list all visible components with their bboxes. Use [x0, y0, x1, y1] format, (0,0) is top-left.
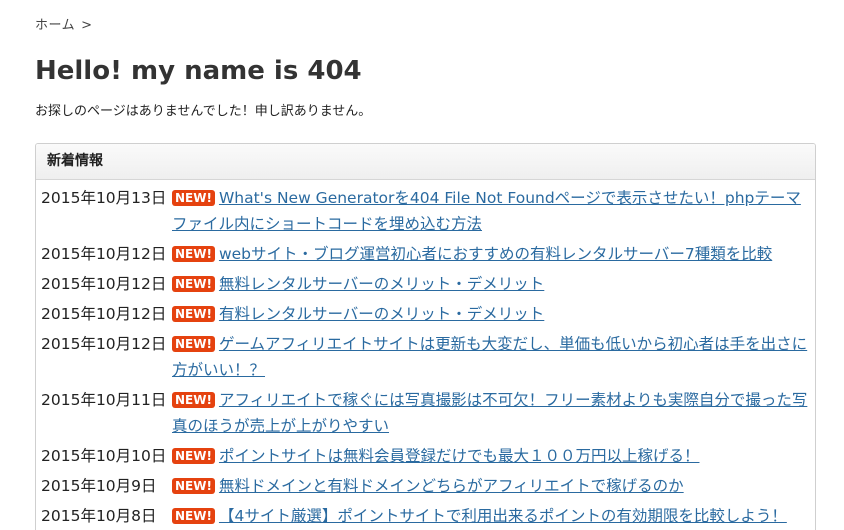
page: ホーム > Hello! my name is 404 お探しのページはありません…	[0, 0, 844, 530]
news-item: 2015年10月12日 NEW! webサイト・ブログ運営初心者におすすめの有料レ…	[36, 241, 815, 267]
new-badge: NEW!	[172, 190, 215, 206]
news-item: 2015年10月8日 NEW! 【4サイト厳選】ポイントサイトで利用出来るポイント…	[36, 503, 815, 529]
news-link[interactable]: アフィリエイトで稼ぐには写真撮影は不可欠！フリー素材よりも実際自分で撮った写真の…	[172, 391, 807, 435]
news-date: 2015年10月12日	[41, 335, 167, 353]
news-date: 2015年10月12日	[41, 245, 167, 263]
news-link[interactable]: ゲームアフィリエイトサイトは更新も大変だし、単価も低いから初心者は手を出さに方が…	[172, 335, 807, 379]
news-date: 2015年10月12日	[41, 275, 167, 293]
news-item: 2015年10月9日 NEW! 無料ドメインと有料ドメインどちらがアフィリエイトで…	[36, 473, 815, 499]
news-link[interactable]: 無料ドメインと有料ドメインどちらがアフィリエイトで稼げるのか	[219, 477, 684, 495]
new-badge: NEW!	[172, 306, 215, 322]
news-date: 2015年10月8日	[41, 507, 157, 525]
news-date: 2015年10月9日	[41, 477, 157, 495]
news-link[interactable]: 無料レンタルサーバーのメリット・デメリット	[219, 275, 544, 293]
news-date: 2015年10月13日	[41, 189, 167, 207]
news-link[interactable]: 【4サイト厳選】ポイントサイトで利用出来るポイントの有効期限を比較しよう！	[219, 507, 787, 525]
news-date: 2015年10月11日	[41, 391, 167, 409]
news-panel-heading: 新着情報	[36, 144, 815, 180]
news-item: 2015年10月13日 NEW! What's New Generatorを404…	[36, 185, 815, 237]
new-badge: NEW!	[172, 392, 215, 408]
breadcrumb-home-link[interactable]: ホーム	[35, 18, 75, 33]
news-item: 2015年10月10日 NEW! ポイントサイトは無料会員登録だけでも最大１００万…	[36, 443, 815, 469]
new-badge: NEW!	[172, 246, 215, 262]
news-link[interactable]: 有料レンタルサーバーのメリット・デメリット	[219, 305, 544, 323]
new-badge: NEW!	[172, 508, 215, 524]
news-item: 2015年10月12日 NEW! 有料レンタルサーバーのメリット・デメリット	[36, 301, 815, 327]
news-date: 2015年10月12日	[41, 305, 167, 323]
news-link[interactable]: webサイト・ブログ運営初心者におすすめの有料レンタルサーバー7種類を比較	[219, 245, 772, 263]
news-link[interactable]: ポイントサイトは無料会員登録だけでも最大１００万円以上稼げる！	[219, 447, 700, 465]
news-item: 2015年10月11日 NEW! アフィリエイトで稼ぐには写真撮影は不可欠！フリー…	[36, 387, 815, 439]
breadcrumb: ホーム >	[35, 14, 93, 33]
news-item: 2015年10月12日 NEW! ゲームアフィリエイトサイトは更新も大変だし、単価…	[36, 331, 815, 383]
breadcrumb-separator: >	[81, 18, 93, 33]
new-badge: NEW!	[172, 336, 215, 352]
not-found-message: お探しのページはありませんでした！申し訳ありません。	[35, 104, 372, 119]
news-panel: 新着情報 2015年10月13日 NEW! What's New Generato…	[35, 143, 816, 530]
new-badge: NEW!	[172, 478, 215, 494]
news-list: 2015年10月13日 NEW! What's New Generatorを404…	[36, 185, 815, 529]
page-title: Hello! my name is 404	[35, 56, 362, 86]
news-date: 2015年10月10日	[41, 447, 167, 465]
new-badge: NEW!	[172, 448, 215, 464]
news-item: 2015年10月12日 NEW! 無料レンタルサーバーのメリット・デメリット	[36, 271, 815, 297]
news-link[interactable]: What's New Generatorを404 File Not Foundペ…	[172, 189, 801, 233]
new-badge: NEW!	[172, 276, 215, 292]
